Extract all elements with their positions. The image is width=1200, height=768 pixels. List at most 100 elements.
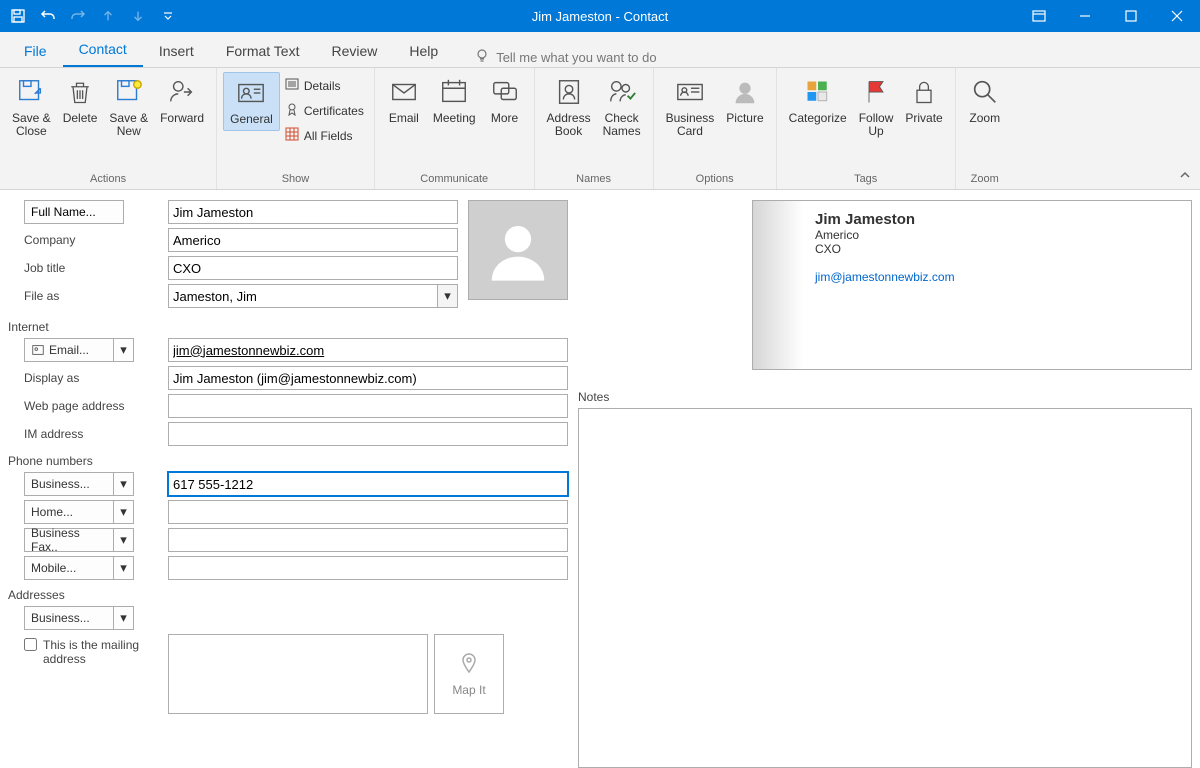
fax-dropdown[interactable]: ▾ [114, 528, 134, 552]
home-phone-input[interactable] [168, 500, 568, 524]
group-actions: Save & Close Delete Save & New Forward A… [0, 68, 217, 189]
im-input[interactable] [168, 422, 568, 446]
tab-file[interactable]: File [8, 35, 63, 67]
jobtitle-input[interactable] [168, 256, 458, 280]
address-book-button[interactable]: Address Book [541, 72, 597, 142]
tab-insert[interactable]: Insert [143, 35, 210, 67]
contact-photo[interactable] [468, 200, 568, 300]
notes-textarea[interactable] [578, 408, 1192, 768]
redo-icon[interactable] [66, 4, 90, 28]
close-icon[interactable] [1154, 0, 1200, 32]
contact-card-icon [235, 77, 267, 109]
business-phone-input[interactable] [168, 472, 568, 496]
business-card-button[interactable]: Business Card [660, 72, 721, 142]
group-tags-label: Tags [783, 171, 949, 187]
save-close-icon [15, 76, 47, 108]
meeting-button[interactable]: Meeting [427, 72, 482, 129]
more-button[interactable]: More [482, 72, 528, 129]
window-controls [1016, 0, 1200, 32]
business-phone-dropdown[interactable]: ▾ [114, 472, 134, 496]
customize-qat-icon[interactable] [156, 4, 180, 28]
tab-help[interactable]: Help [393, 35, 454, 67]
group-communicate: Email Meeting More Communicate [375, 68, 535, 189]
full-name-button[interactable]: Full Name... [24, 200, 124, 224]
webpage-input[interactable] [168, 394, 568, 418]
address-business-dropdown[interactable]: ▾ [114, 606, 134, 630]
bizcard-icon [674, 76, 706, 108]
fileas-dropdown[interactable]: ▾ [438, 284, 458, 308]
mobile-dropdown[interactable]: ▾ [114, 556, 134, 580]
minimize-icon[interactable] [1062, 0, 1108, 32]
certificates-button[interactable]: Certificates [280, 99, 368, 122]
trash-icon [64, 76, 96, 108]
flag-icon [860, 76, 892, 108]
group-names: Address Book Check Names Names [535, 68, 654, 189]
address-business-button[interactable]: Business... [24, 606, 114, 630]
categorize-button[interactable]: Categorize [783, 72, 853, 129]
next-icon[interactable] [126, 4, 150, 28]
mobile-button[interactable]: Mobile... [24, 556, 114, 580]
follow-up-button[interactable]: Follow Up [853, 72, 900, 142]
webpage-label: Web page address [8, 399, 148, 413]
save-icon[interactable] [6, 4, 30, 28]
tell-me-label: Tell me what you want to do [496, 50, 656, 65]
email-type-dropdown[interactable]: ▾ [114, 338, 134, 362]
company-input[interactable] [168, 228, 458, 252]
details-button[interactable]: Details [280, 74, 368, 97]
fax-button[interactable]: Business Fax.. [24, 528, 114, 552]
check-names-button[interactable]: Check Names [597, 72, 647, 142]
general-button[interactable]: General [223, 72, 280, 131]
calendar-icon [438, 76, 470, 108]
save-new-button[interactable]: Save & New [103, 72, 154, 142]
map-pin-icon [457, 652, 481, 679]
ribbon-display-icon[interactable] [1016, 0, 1062, 32]
fileas-input[interactable] [168, 284, 438, 308]
jobtitle-label: Job title [8, 261, 124, 275]
previous-icon[interactable] [96, 4, 120, 28]
group-communicate-label: Communicate [381, 171, 528, 187]
address-textarea[interactable] [168, 634, 428, 714]
forward-button[interactable]: Forward [154, 72, 210, 129]
displayas-label: Display as [8, 371, 124, 385]
fax-input[interactable] [168, 528, 568, 552]
titlebar: Jim Jameston - Contact [0, 0, 1200, 32]
bizcard-gradient [753, 201, 803, 369]
mailing-address-checkbox[interactable]: This is the mailing address [24, 638, 144, 666]
notes-label: Notes [578, 390, 1192, 404]
displayas-input[interactable] [168, 366, 568, 390]
group-show: General Details Certificates All Fields … [217, 68, 375, 189]
group-zoom: Zoom Zoom [956, 68, 1014, 189]
business-card-preview[interactable]: Jim Jameston Americo CXO jim@jamestonnew… [752, 200, 1192, 370]
mobile-input[interactable] [168, 556, 568, 580]
picture-button[interactable]: Picture [720, 72, 769, 129]
undo-icon[interactable] [36, 4, 60, 28]
phone-header: Phone numbers [8, 454, 568, 468]
group-zoom-label: Zoom [962, 171, 1008, 187]
categorize-icon [802, 76, 834, 108]
grid-icon [284, 126, 300, 145]
tell-me[interactable]: Tell me what you want to do [454, 48, 656, 67]
collapse-ribbon-icon[interactable] [1178, 168, 1192, 185]
business-phone-button[interactable]: Business... [24, 472, 114, 496]
all-fields-button[interactable]: All Fields [280, 124, 368, 147]
group-tags: Categorize Follow Up Private Tags [777, 68, 956, 189]
home-phone-button[interactable]: Home... [24, 500, 114, 524]
full-name-input[interactable] [168, 200, 458, 224]
envelope-icon [388, 76, 420, 108]
ribbon: Save & Close Delete Save & New Forward A… [0, 68, 1200, 190]
email-type-button[interactable]: Email... [24, 338, 114, 362]
map-it-button[interactable]: Map It [434, 634, 504, 714]
private-button[interactable]: Private [899, 72, 948, 129]
email-input[interactable] [168, 338, 568, 362]
tab-format-text[interactable]: Format Text [210, 35, 316, 67]
email-button[interactable]: Email [381, 72, 427, 129]
tab-review[interactable]: Review [315, 35, 393, 67]
addressbook-icon [553, 76, 585, 108]
home-phone-dropdown[interactable]: ▾ [114, 500, 134, 524]
maximize-icon[interactable] [1108, 0, 1154, 32]
save-close-button[interactable]: Save & Close [6, 72, 57, 142]
tab-contact[interactable]: Contact [63, 33, 143, 67]
delete-button[interactable]: Delete [57, 72, 104, 129]
zoom-button[interactable]: Zoom [962, 72, 1008, 129]
forward-icon [166, 76, 198, 108]
